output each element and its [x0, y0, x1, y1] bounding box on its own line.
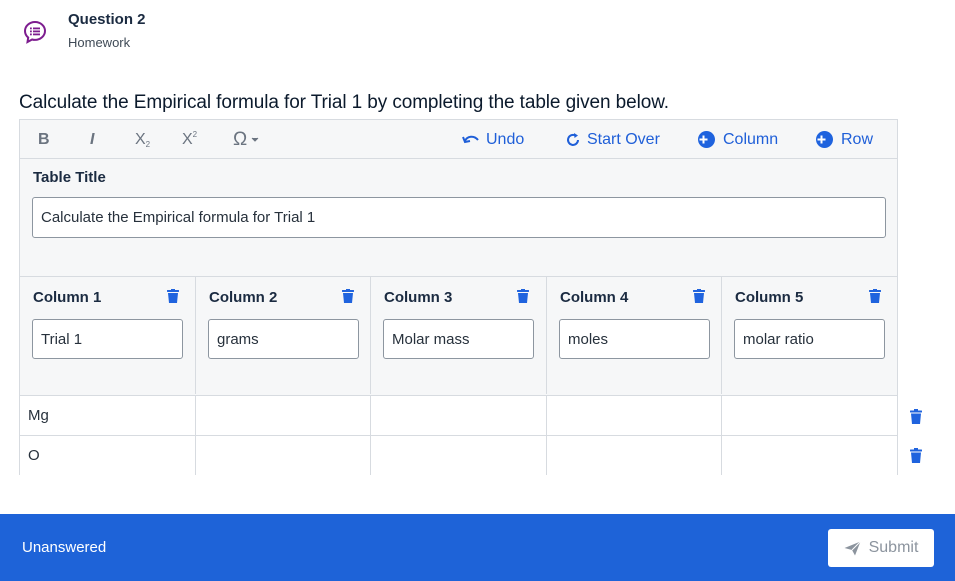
omega-icon: Ω — [233, 128, 248, 150]
column-input[interactable] — [734, 319, 885, 359]
cell-text: Mg — [28, 407, 49, 424]
bold-button[interactable]: B — [38, 120, 50, 159]
column-input[interactable] — [383, 319, 534, 359]
superscript-label: X — [182, 130, 193, 148]
start-over-label: Start Over — [587, 130, 660, 148]
table-cell[interactable]: Mg — [20, 396, 196, 435]
table-cell[interactable] — [371, 436, 547, 475]
add-row-button[interactable]: Row — [816, 120, 873, 159]
table-editor: B I X2 X2 Ω Undo Start Over Column Row T… — [19, 119, 898, 475]
column-label: Column 1 — [33, 289, 102, 306]
column-header-1: Column 1 — [20, 277, 196, 394]
table-row: O — [20, 435, 897, 475]
subscript-label: X — [135, 130, 146, 148]
plus-circle-icon — [816, 131, 833, 148]
table-title-input[interactable] — [32, 197, 886, 238]
table-cell[interactable] — [196, 436, 371, 475]
subscript-mark: 2 — [145, 140, 151, 149]
trash-icon[interactable] — [167, 289, 179, 303]
question-header: Question 2 Homework — [0, 0, 955, 70]
subscript-button[interactable]: X2 — [135, 120, 150, 159]
trash-icon[interactable] — [342, 289, 354, 303]
row-trash-icon[interactable] — [910, 448, 922, 463]
row-trash-icon[interactable] — [910, 409, 922, 424]
trash-icon[interactable] — [517, 289, 529, 303]
column-label: Column 3 — [384, 289, 453, 306]
question-list-icon — [23, 20, 47, 44]
add-column-button[interactable]: Column — [698, 120, 778, 159]
table-cell[interactable]: O — [20, 436, 196, 475]
submit-button[interactable]: Submit — [828, 529, 934, 567]
add-row-label: Row — [841, 130, 874, 148]
table-cell[interactable] — [547, 436, 722, 475]
undo-label: Undo — [486, 130, 525, 148]
undo-button[interactable]: Undo — [462, 120, 524, 159]
column-header-2: Column 2 — [196, 277, 371, 394]
column-label: Column 2 — [209, 289, 278, 306]
add-column-label: Column — [723, 130, 779, 148]
table-cell[interactable] — [722, 396, 897, 435]
superscript-button[interactable]: X2 — [182, 120, 197, 159]
undo-icon — [462, 135, 479, 143]
column-input[interactable] — [208, 319, 359, 359]
trash-icon[interactable] — [869, 289, 881, 303]
start-over-button[interactable]: Start Over — [565, 120, 660, 159]
question-footer: Unanswered Submit — [0, 514, 955, 581]
redo-circle-icon — [567, 132, 579, 146]
table-cell[interactable] — [547, 396, 722, 435]
editor-toolbar: B I X2 X2 Ω Undo Start Over Column Row — [20, 120, 897, 159]
question-page: Question 2 Homework Calculate the Empiri… — [0, 0, 955, 581]
table-cell[interactable] — [196, 396, 371, 435]
table-cell[interactable] — [371, 396, 547, 435]
question-title: Question 2 — [68, 11, 146, 28]
column-label: Column 4 — [560, 289, 629, 306]
column-input[interactable] — [559, 319, 710, 359]
special-characters-dropdown[interactable]: Ω — [233, 120, 259, 159]
column-header-4: Column 4 — [547, 277, 722, 394]
table-cell[interactable] — [722, 436, 897, 475]
column-label: Column 5 — [735, 289, 804, 306]
column-header-3: Column 3 — [371, 277, 547, 394]
question-prompt: Calculate the Empirical formula for Tria… — [19, 92, 669, 113]
italic-button[interactable]: I — [90, 120, 94, 159]
column-input[interactable] — [32, 319, 183, 359]
submit-label: Submit — [868, 539, 919, 556]
table-row: Mg — [20, 395, 897, 435]
send-icon — [844, 540, 861, 555]
chevron-down-icon — [251, 137, 259, 142]
column-header-5: Column 5 — [722, 277, 897, 394]
table-title-label: Table Title — [33, 169, 106, 186]
question-subtitle: Homework — [68, 35, 131, 50]
superscript-mark: 2 — [192, 130, 198, 139]
trash-icon[interactable] — [693, 289, 705, 303]
cell-text: O — [28, 447, 40, 464]
answer-status: Unanswered — [22, 539, 107, 556]
plus-circle-icon — [698, 131, 715, 148]
